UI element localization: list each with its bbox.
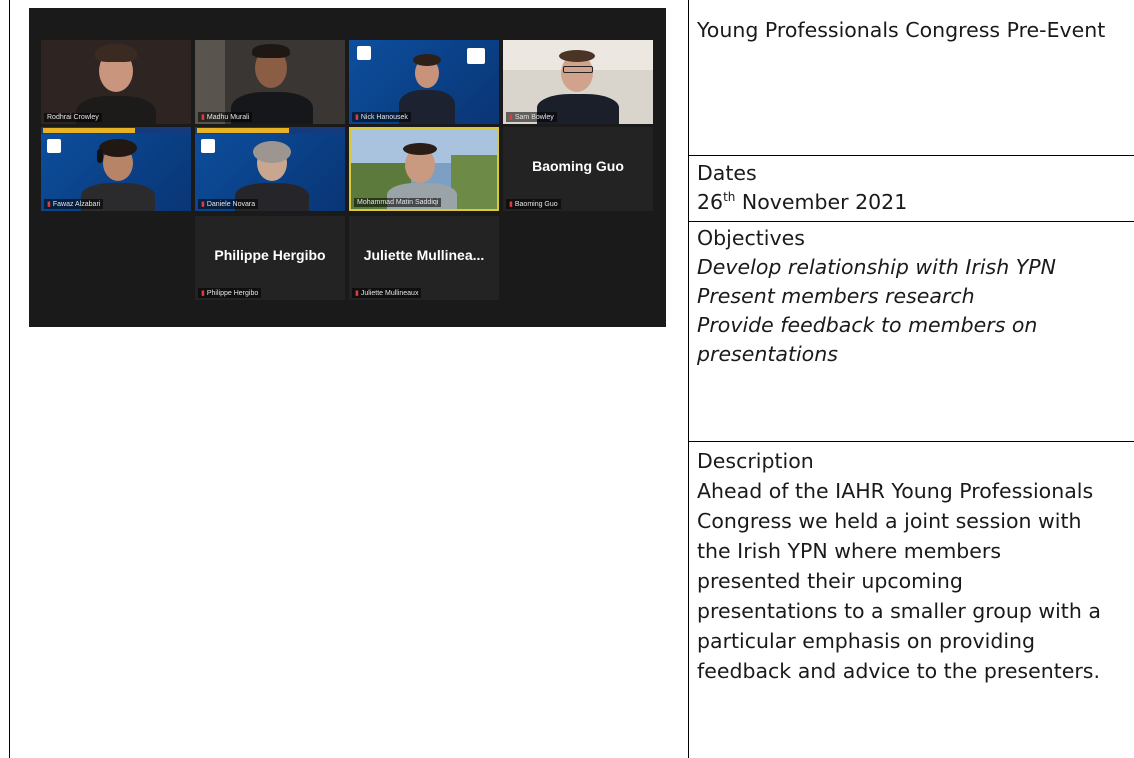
participant-name: ▮ Philippe Hergibo (198, 288, 262, 298)
row-divider-2 (688, 221, 1134, 222)
participant-tile: ▮ Nick Hanousek (349, 40, 499, 124)
participant-name: ▮ Fawaz Alzabari (44, 199, 104, 209)
table-left-border (9, 0, 10, 758)
participant-tile: ▮ Sam Bowley (503, 40, 653, 124)
participant-display-name: Baoming Guo (532, 158, 624, 174)
mic-muted-icon: ▮ (201, 201, 205, 208)
participant-name: Mohammad Matin Saddiqi (354, 198, 442, 207)
objective-item: Develop relationship with Irish YPN (697, 255, 1056, 279)
participant-name: ▮ Juliette Mullineaux (352, 288, 422, 298)
participant-display-name: Juliette Mullinea... (363, 247, 485, 263)
objective-item: Provide feedback to members on presentat… (697, 313, 1038, 366)
iahr-logo-icon (357, 46, 371, 60)
mic-muted-icon: ▮ (509, 114, 513, 121)
participant-name: ▮ Madhu Murali (198, 112, 253, 122)
participant-name: ▮ Baoming Guo (506, 199, 561, 209)
mic-muted-icon: ▮ (201, 290, 205, 297)
dates-heading: Dates (697, 161, 757, 185)
row-divider-1 (688, 155, 1134, 156)
iahr-logo-icon (201, 139, 215, 153)
participant-tile: Philippe Hergibo ▮ Philippe Hergibo (195, 216, 345, 300)
ypn-logo-icon (467, 48, 485, 64)
iahr-logo-icon (47, 139, 61, 153)
objective-item: Present members research (697, 284, 975, 308)
mic-muted-icon: ▮ (47, 201, 51, 208)
participant-tile: ▮ Madhu Murali (195, 40, 345, 124)
dates-cell: Dates 26th November 2021 (697, 159, 1127, 217)
participant-name: ▮ Sam Bowley (506, 112, 557, 122)
mic-muted-icon: ▮ (355, 290, 359, 297)
objectives-heading: Objectives (697, 226, 805, 250)
row-divider-3 (688, 441, 1134, 442)
participant-tile: Baoming Guo ▮ Baoming Guo (503, 127, 653, 211)
participant-tile: ▮ Daniele Novara (195, 127, 345, 211)
event-title: Young Professionals Congress Pre-Event (697, 18, 1106, 42)
objectives-cell: Objectives Develop relationship with Iri… (697, 224, 1127, 369)
congress-banner (195, 127, 345, 134)
description-heading: Description (697, 449, 814, 473)
mic-muted-icon: ▮ (355, 114, 359, 121)
participant-display-name: Philippe Hergibo (214, 247, 326, 263)
description-text: Ahead of the IAHR Young Professionals Co… (697, 479, 1101, 683)
participant-tile: Rodhrai Crowley (41, 40, 191, 124)
meeting-screenshot: Rodhrai Crowley ▮ Madhu Murali ▮ Nick Hano… (29, 8, 666, 327)
table-column-divider (688, 0, 689, 758)
description-cell: Description Ahead of the IAHR Young Prof… (697, 447, 1127, 686)
event-title-cell: Young Professionals Congress Pre-Event (697, 16, 1127, 45)
participant-name: ▮ Nick Hanousek (352, 112, 411, 122)
congress-banner (41, 127, 191, 134)
participant-tile: Juliette Mullinea... ▮ Juliette Mullineau… (349, 216, 499, 300)
participant-tile: ▮ Fawaz Alzabari (41, 127, 191, 211)
event-date: 26th November 2021 (697, 190, 908, 214)
mic-muted-icon: ▮ (509, 201, 513, 208)
mic-muted-icon: ▮ (201, 114, 205, 121)
participant-name: Rodhrai Crowley (44, 113, 102, 122)
participant-name: ▮ Daniele Novara (198, 199, 259, 209)
participant-tile-active-speaker: Mohammad Matin Saddiqi (349, 127, 499, 211)
